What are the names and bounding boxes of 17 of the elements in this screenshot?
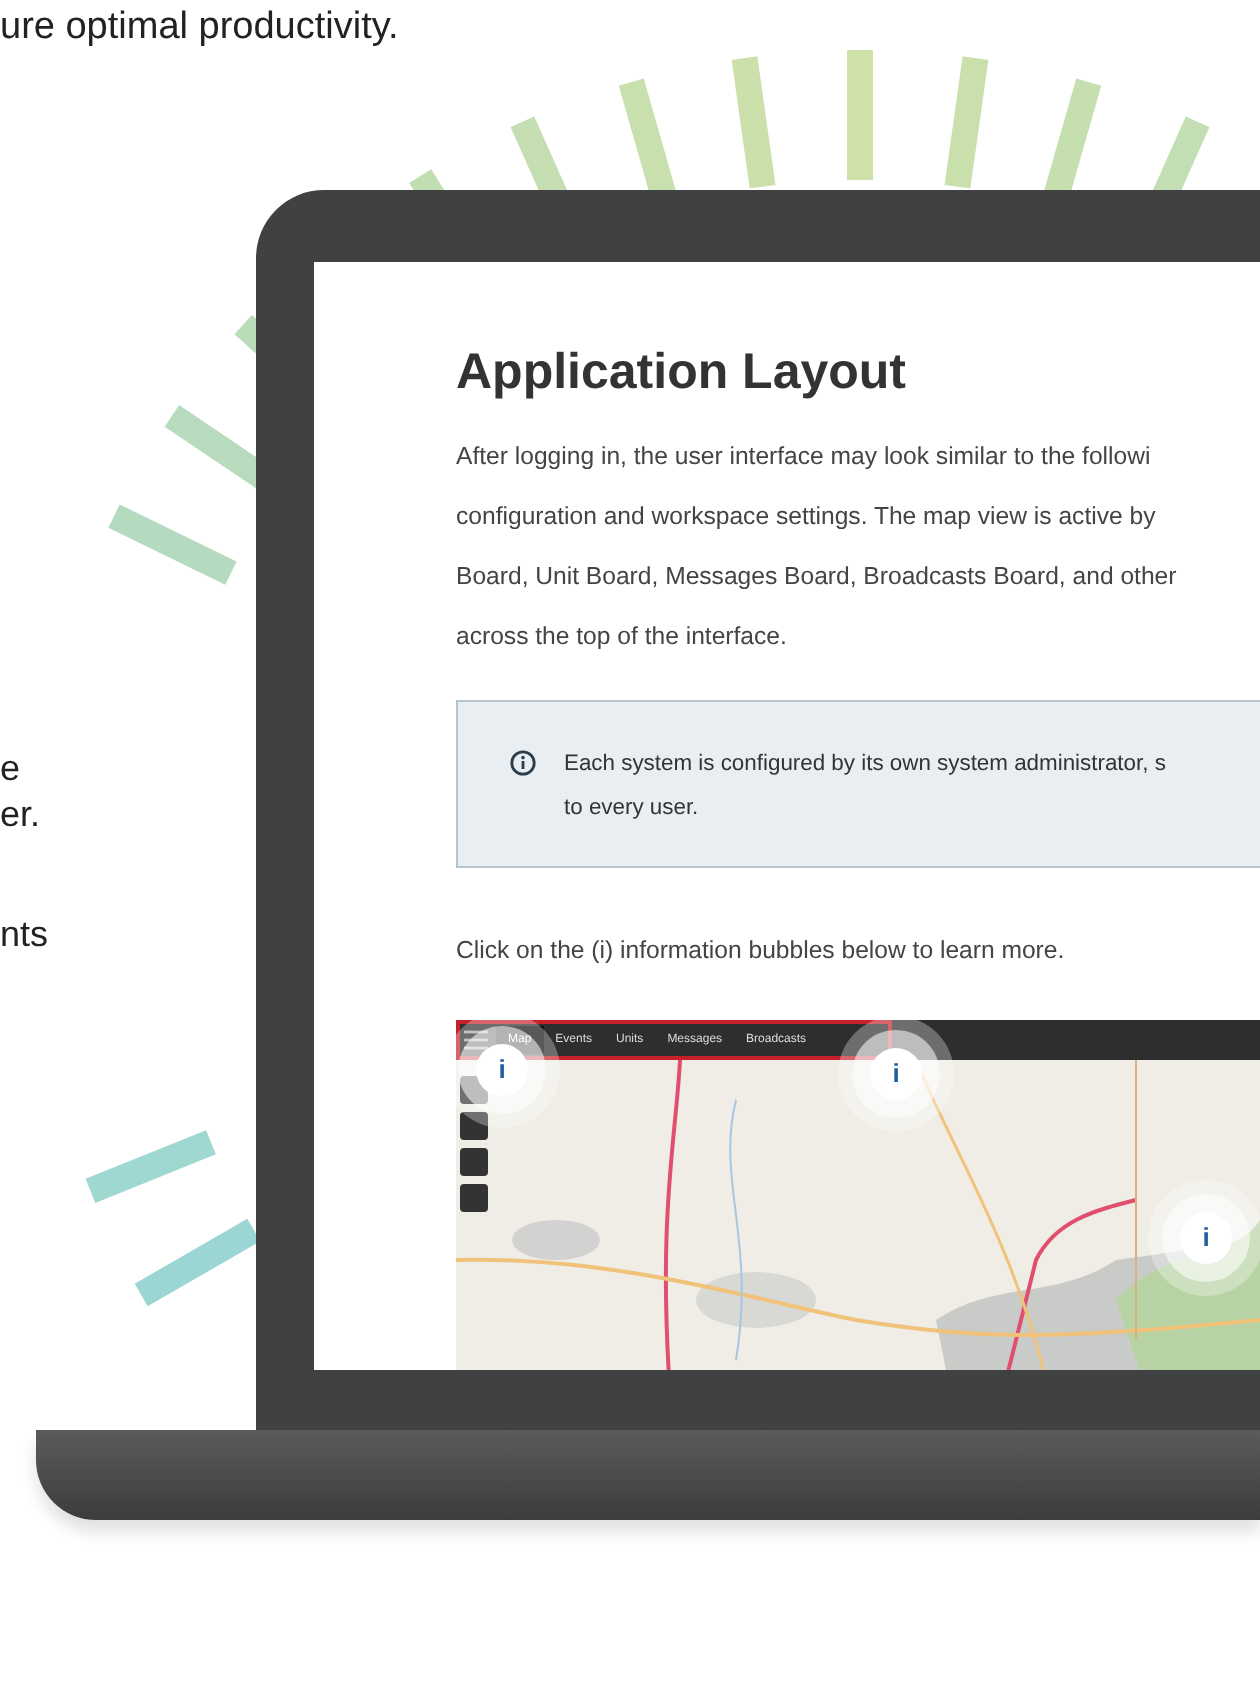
paragraph-line: configuration and workspace settings. The map view is active by <box>456 500 1156 534</box>
toolbar-button[interactable] <box>460 1184 488 1213</box>
instruction-text: Click on the (i) information bubbles below to learn more. <box>456 934 1065 968</box>
text-fragment: e <box>0 746 21 792</box>
menu-icon[interactable] <box>464 1030 488 1051</box>
intro-text: ure optimal productivity. <box>0 4 401 52</box>
callout-line: to every user. <box>564 794 699 824</box>
text-fragment: nts <box>0 912 49 958</box>
text-fragment: er. <box>0 792 41 838</box>
callout-line: Each system is configured by its own system administrator, s <box>564 750 1166 780</box>
toolbar-button[interactable] <box>460 1112 488 1141</box>
paragraph-line: Board, Unit Board, Messages Board, Broadcasts Board, and other <box>456 560 1177 594</box>
toolbar-button[interactable] <box>460 1148 488 1177</box>
paragraph-line: After logging in, the user interface may look similar to the followi <box>456 440 1151 474</box>
paragraph-line: across the top of the interface. <box>456 620 787 654</box>
page-heading: Application Layout <box>456 342 908 402</box>
info-icon <box>510 750 536 776</box>
